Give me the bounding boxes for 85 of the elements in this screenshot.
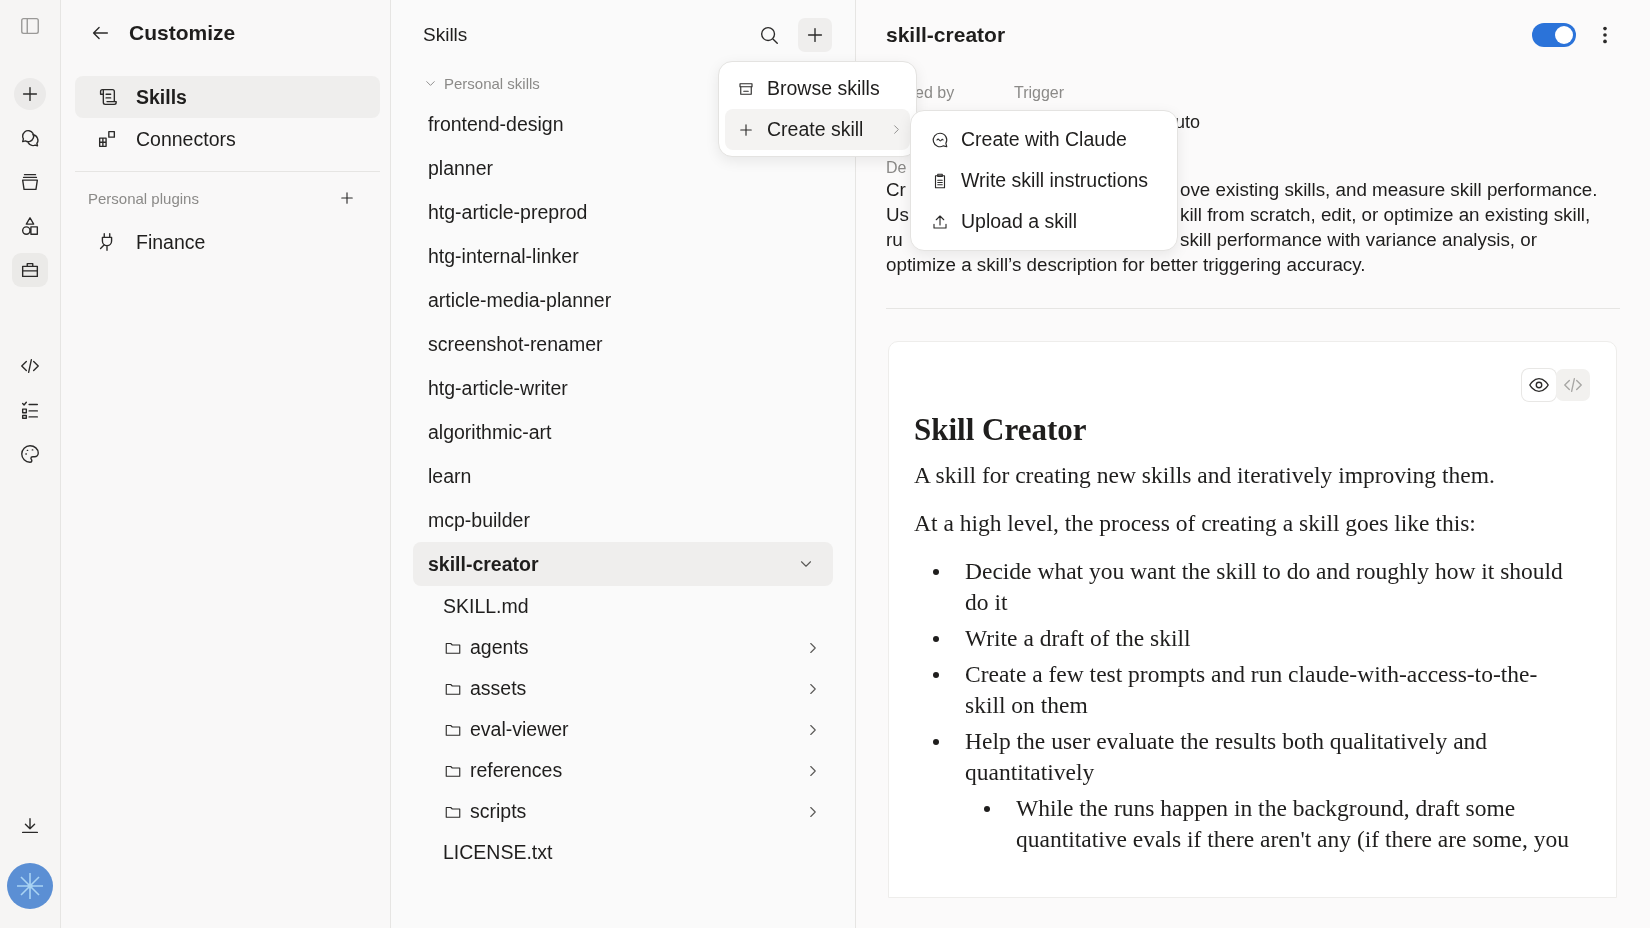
section-heading: Personal plugins [88, 189, 199, 207]
skill-item[interactable]: algorithmic-art [413, 410, 833, 454]
skill-item[interactable]: htg-article-writer [413, 366, 833, 410]
file-tree-item[interactable]: references [413, 750, 833, 791]
menu-label: Browse skills [767, 77, 880, 100]
nav-label: Skills [136, 85, 187, 109]
nav-label: Connectors [136, 127, 236, 151]
description-text: ove existing skills, and measure skill performance. [1180, 179, 1598, 200]
plus-icon[interactable] [338, 189, 356, 207]
nav-item[interactable]: Skills [75, 76, 380, 118]
search-icon[interactable] [758, 24, 780, 46]
toggle-switch[interactable] [1532, 23, 1576, 47]
skill-item[interactable]: htg-article-preprod [413, 190, 833, 234]
skill-item[interactable]: article-media-planner [413, 278, 833, 322]
file-label: LICENSE.txt [443, 841, 553, 864]
skill-label: screenshot-renamer [428, 332, 603, 356]
blocks-icon [96, 128, 118, 150]
preview-button[interactable] [1522, 369, 1556, 401]
field-label: De [886, 159, 907, 176]
skill-label: htg-article-writer [428, 376, 568, 400]
menu-item[interactable]: Write skill instructions [919, 160, 1169, 201]
menu-label: Create with Claude [961, 128, 1127, 151]
file-label: assets [470, 677, 527, 700]
file-label: agents [470, 636, 529, 659]
bullet-dot [933, 739, 939, 745]
description-text: Us [886, 204, 909, 225]
list-item-text: Decide what you want the skill to do and roughly how it should do it [965, 557, 1564, 617]
bullet-dot [984, 806, 990, 812]
menu-item[interactable]: Create with Claude [919, 119, 1169, 160]
file-tree-item[interactable]: agents [413, 627, 833, 668]
file-tree-item[interactable]: LICENSE.txt [413, 832, 833, 873]
list-item-text: Create a few test prompts and run claude-with-access-to-the-skill on them [965, 660, 1539, 720]
panel-title: Customize [129, 21, 236, 45]
plugin-item[interactable]: Finance [75, 221, 380, 263]
skill-label: mcp-builder [428, 508, 530, 532]
add-button[interactable] [798, 18, 832, 52]
description-text: kill from scratch, edit, or optimize an existing skill, [1180, 204, 1591, 225]
skill-label: planner [428, 156, 494, 180]
skill-item[interactable]: screenshot-renamer [413, 322, 833, 366]
skill-label: algorithmic-art [428, 420, 552, 444]
document-heading: Skill Creator [914, 411, 1088, 449]
menu-label: Create skill [767, 118, 864, 141]
nav-item[interactable]: Connectors [75, 118, 380, 160]
skill-label: skill-creator [428, 552, 539, 576]
skill-title: skill-creator [886, 23, 1006, 47]
more-options-icon[interactable] [1602, 24, 1608, 46]
panel-title: Skills [423, 24, 469, 46]
description-text: optimize a skill’s description for better triggering accuracy. [886, 254, 1366, 275]
bullet-dot [933, 672, 939, 678]
avatar-icon[interactable] [7, 863, 53, 909]
bullet-dot [933, 636, 939, 642]
list-item-text: Help the user evaluate the results both qualitatively and quantitatively [965, 727, 1489, 787]
bullet-dot [933, 569, 939, 575]
menu-item[interactable]: Create skill [725, 109, 910, 150]
file-label: SKILL.md [443, 595, 529, 618]
list-item-text: Write a draft of the skill [965, 624, 1191, 653]
skill-item[interactable]: mcp-builder [413, 498, 833, 542]
skill-label: htg-article-preprod [428, 200, 588, 224]
file-tree-item[interactable]: SKILL.md [413, 586, 833, 627]
description-text: ru [886, 229, 903, 250]
menu-label: Upload a skill [961, 210, 1077, 233]
paragraph: A skill for creating new skills and iteratively improving them. [914, 461, 1496, 490]
skill-item[interactable]: learn [413, 454, 833, 498]
description-text: skill performance with variance analysis, or [1180, 229, 1537, 250]
file-label: scripts [470, 800, 527, 823]
skill-item[interactable]: skill-creator [413, 542, 833, 586]
column-label: Trigger [1014, 84, 1065, 102]
plugin-label: Finance [136, 230, 206, 254]
plus-icon[interactable] [14, 78, 46, 110]
file-tree-item[interactable]: assets [413, 668, 833, 709]
file-label: references [470, 759, 563, 782]
menu-item[interactable]: Browse skills [725, 68, 910, 109]
file-label: eval-viewer [470, 718, 569, 741]
menu-item[interactable]: Upload a skill [919, 201, 1169, 242]
menu-label: Write skill instructions [961, 169, 1149, 192]
skill-item[interactable]: htg-internal-linker [413, 234, 833, 278]
skill-label: htg-internal-linker [428, 244, 579, 268]
skill-label: learn [428, 464, 472, 488]
chat-icon [931, 130, 949, 149]
file-tree-item[interactable]: scripts [413, 791, 833, 832]
skill-label: article-media-planner [428, 288, 612, 312]
paragraph: At a high level, the process of creating a skill goes like this: [914, 509, 1477, 538]
file-tree-item[interactable]: eval-viewer [413, 709, 833, 750]
description-text: Cr [886, 179, 906, 200]
list-item-text: While the runs happen in the background, draft some quantitative evals if there aren't any (if there are some, you [1016, 794, 1570, 854]
